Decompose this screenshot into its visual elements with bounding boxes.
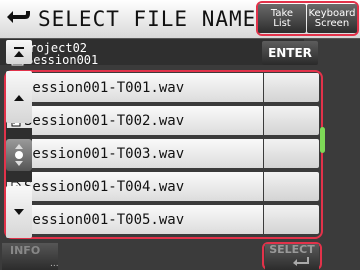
file-name-cell[interactable]: Session001-T005.wav	[7, 205, 263, 234]
file-side-cell[interactable]	[264, 205, 319, 234]
scroll-up-icon	[14, 94, 24, 101]
list-item[interactable]: Session001-T003.wav	[7, 139, 319, 168]
return-arrow-icon	[7, 11, 30, 23]
scroll-up-button[interactable]	[6, 71, 32, 123]
session-name: Session001	[26, 53, 99, 67]
scroll-down-button[interactable]	[6, 186, 32, 238]
enter-arrow-icon	[293, 257, 309, 266]
file-select-screen: SELECT FILE NAME Take List Keyboard Scre…	[0, 0, 360, 270]
list-item[interactable]: Session001-T005.wav	[7, 205, 319, 234]
file-name: Session001-T004.wav	[24, 178, 185, 195]
file-name-cell[interactable]: Session001-T003.wav	[7, 139, 263, 168]
file-name: Session001-T005.wav	[24, 211, 185, 228]
info-label: INFO	[10, 244, 41, 257]
list-item[interactable]: Session001-T004.wav	[7, 172, 319, 201]
file-name-cell[interactable]: Session001-T004.wav	[7, 172, 263, 201]
page-title: SELECT FILE NAME	[38, 7, 257, 31]
take-list-button[interactable]: Take List	[258, 4, 306, 33]
scroll-to-top-icon	[14, 47, 24, 57]
file-side-cell[interactable]	[264, 139, 319, 168]
select-button[interactable]: SELECT	[265, 244, 319, 270]
file-side-cell[interactable]	[264, 106, 319, 135]
select-label: SELECT	[269, 243, 315, 256]
scroll-thumb-icon	[15, 144, 23, 166]
file-name-cell[interactable]: Session001-T001.wav	[7, 73, 263, 102]
selection-indicator	[320, 127, 325, 153]
enter-button[interactable]: ENTER	[262, 41, 318, 65]
scroll-thumb[interactable]	[6, 139, 32, 171]
back-button[interactable]	[4, 5, 34, 33]
file-name: Session001-T001.wav	[24, 79, 185, 96]
file-name: Session001-T003.wav	[24, 145, 185, 162]
scroll-down-icon	[14, 208, 24, 215]
info-more-indicator: ...	[50, 259, 59, 269]
file-name: Session001-T002.wav	[24, 112, 185, 129]
file-name-cell[interactable]: Session001-T002.wav	[7, 106, 263, 135]
list-item[interactable]: Session001-T002.wav	[7, 106, 319, 135]
file-side-cell[interactable]	[264, 73, 319, 102]
list-item[interactable]: Session001-T001.wav	[7, 73, 319, 102]
keyboard-screen-button[interactable]: Keyboard Screen	[307, 4, 357, 33]
scroll-top-button[interactable]	[6, 40, 32, 64]
file-side-cell[interactable]	[264, 172, 319, 201]
